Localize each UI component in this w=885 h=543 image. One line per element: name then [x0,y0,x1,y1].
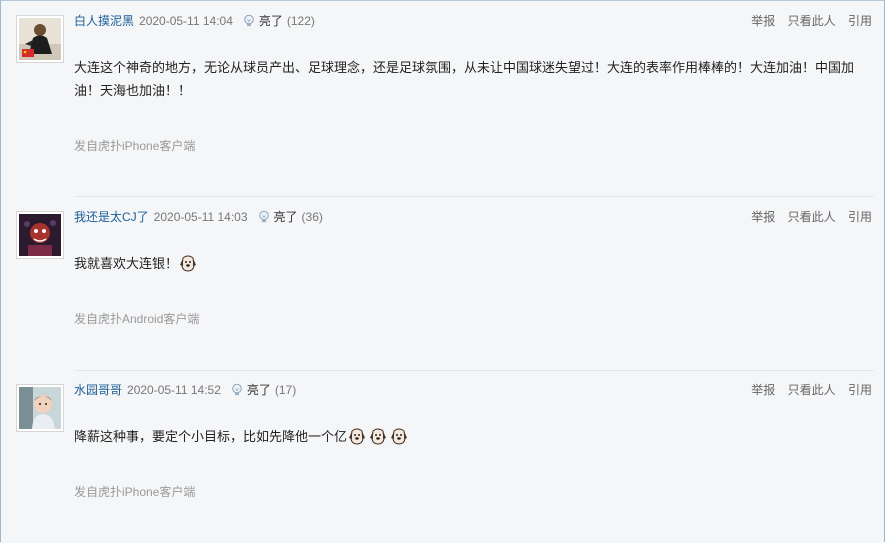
post-actions: 举报 只看此人 引用 [742,382,872,398]
post-text: 我就喜欢大连银！ [74,256,179,271]
post-time: 2020-05-11 14:03 [153,210,248,224]
quote-link[interactable]: 引用 [848,383,872,397]
post-meta: 水园哥哥 2020-05-11 14:52 亮了 (17) [74,382,296,398]
post-meta: 我还是太CJ了 2020-05-11 14:03 亮了 (36) [74,209,323,225]
light-label: 亮了 [273,210,298,224]
dog-emoji-icon [179,254,197,272]
quote-link[interactable]: 引用 [848,14,872,28]
only-this-user-link[interactable]: 只看此人 [788,383,836,397]
light-button[interactable]: 亮了 (36) [257,209,323,225]
lightbulb-icon [258,210,269,223]
light-button[interactable]: 亮了 (17) [230,382,296,398]
light-count: (122) [286,14,315,28]
report-link[interactable]: 举报 [751,383,775,397]
avatar-image [19,387,61,429]
post-source: 发自虎扑Android客户端 [74,312,200,326]
only-this-user-link[interactable]: 只看此人 [788,210,836,224]
avatar[interactable] [16,211,64,259]
reply-post: 白人摸泥黑 2020-05-11 14:04 亮了 (122) 举报 只看此人 … [1,1,884,174]
report-link[interactable]: 举报 [751,210,775,224]
post-content: 降薪这种事，要定个小目标，比如先降他一个亿 [74,425,854,448]
post-source: 发自虎扑iPhone客户端 [74,139,196,153]
post-text: 降薪这种事，要定个小目标，比如先降他一个亿 [74,429,348,444]
post-time: 2020-05-11 14:04 [139,14,233,28]
light-label: 亮了 [246,383,271,397]
lightbulb-icon [232,383,242,396]
post-time: 2020-05-11 14:52 [127,383,221,397]
dog-emoji-icon [348,427,366,445]
post-content: 我就喜欢大连银！ [74,252,854,275]
post-actions: 举报 只看此人 引用 [742,209,872,225]
avatar[interactable] [16,15,64,63]
lightbulb-icon [244,14,254,27]
username-link[interactable]: 水园哥哥 [74,382,122,398]
light-label: 亮了 [258,14,283,28]
light-count: (36) [301,210,323,224]
report-link[interactable]: 举报 [751,14,775,28]
light-count: (17) [274,383,297,397]
only-this-user-link[interactable]: 只看此人 [788,14,836,28]
post-meta: 白人摸泥黑 2020-05-11 14:04 亮了 (122) [74,13,315,29]
quote-link[interactable]: 引用 [848,210,872,224]
avatar[interactable] [16,384,64,432]
avatar-image [19,18,61,60]
username-link[interactable]: 白人摸泥黑 [74,13,134,29]
post-content: 大连这个神奇的地方，无论从球员产出、足球理念，还是足球氛围，从未让中国球迷失望过… [74,56,854,102]
post-source: 发自虎扑iPhone客户端 [74,485,196,499]
avatar-image [19,214,61,256]
reply-post: 我还是太CJ了 2020-05-11 14:03 亮了 (36) 举报 只看此人… [1,197,884,370]
light-button[interactable]: 亮了 (122) [242,13,315,29]
post-text: 大连这个神奇的地方，无论从球员产出、足球理念，还是足球氛围，从未让中国球迷失望过… [74,60,855,98]
dog-emoji-icon [369,427,387,445]
post-actions: 举报 只看此人 引用 [742,13,872,29]
dog-emoji-icon [390,427,408,445]
reply-post: 水园哥哥 2020-05-11 14:52 亮了 (17) 举报 只看此人 引用… [1,370,884,543]
username-link[interactable]: 我还是太CJ了 [74,209,149,225]
